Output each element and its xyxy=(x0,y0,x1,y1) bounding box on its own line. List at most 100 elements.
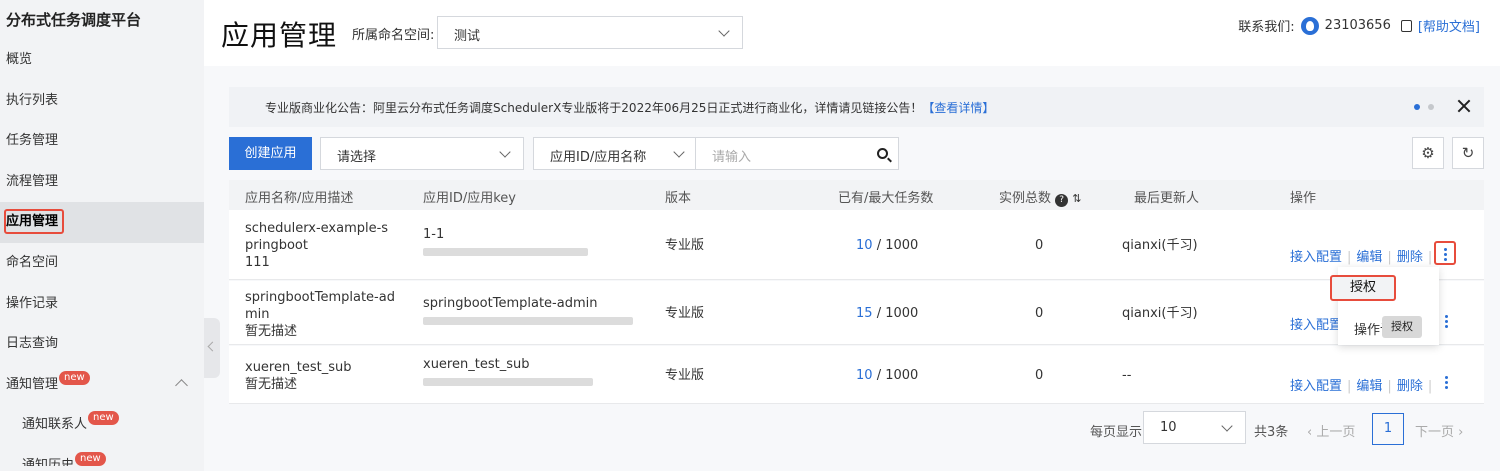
sidebar-item-tasks[interactable]: 任务管理 xyxy=(0,121,204,162)
refresh-button[interactable]: ↻ xyxy=(1452,137,1484,169)
more-icon[interactable] xyxy=(1443,248,1447,262)
version: 专业版 xyxy=(665,238,705,253)
sidebar-item-namespaces[interactable]: 命名空间 xyxy=(0,243,204,284)
col-instances[interactable]: 实例总数 ? ⇅ xyxy=(999,187,1082,207)
app-key xyxy=(423,312,633,329)
page-size-label: 每页显示 xyxy=(1090,425,1143,440)
app-desc: 暂无描述 xyxy=(245,324,298,339)
namespace-label: 所属命名空间: xyxy=(352,28,435,43)
app-name: springbootTemplate-admin xyxy=(245,290,395,322)
sidebar-item-op-records[interactable]: 操作记录 xyxy=(0,284,204,325)
sidebar-item-notify-contacts[interactable]: 通知联系人 new xyxy=(0,405,204,446)
namespace-select[interactable]: 测试 xyxy=(437,16,743,49)
table-row: schedulerx-example-springboot 111 1-1 专业… xyxy=(229,210,1484,280)
sidebar-item-workflows[interactable]: 流程管理 xyxy=(0,162,204,203)
updater: -- xyxy=(1122,368,1132,383)
sidebar-item-label: 概览 xyxy=(6,52,33,67)
sidebar-item-apps[interactable]: 应用管理 xyxy=(0,202,204,243)
sidebar-item-label: 日志查询 xyxy=(6,336,59,352)
contact-label: 联系我们: xyxy=(1238,20,1295,35)
settings-button[interactable]: ⚙ xyxy=(1412,137,1444,169)
new-badge: new xyxy=(75,451,106,466)
notice-link[interactable]: 【查看详情】 xyxy=(922,101,994,115)
sidebar-collapse-handle[interactable] xyxy=(204,318,220,378)
row-actions: 接入配置 | 编辑 | 删除 | xyxy=(1290,379,1433,394)
chevron-left-icon xyxy=(207,341,218,352)
config-link[interactable]: 接入配置 xyxy=(1290,250,1342,265)
sort-icon[interactable]: ⇅ xyxy=(1072,192,1081,205)
table-row: springbootTemplate-admin 暂无描述 springboot… xyxy=(229,281,1484,345)
sidebar-item-overview[interactable]: 概览 xyxy=(0,40,204,81)
more-icon[interactable] xyxy=(1444,376,1448,390)
app-key xyxy=(423,373,593,390)
notice-text: 专业版商业化公告：阿里云分布式任务调度SchedulerX专业版将于2022年0… xyxy=(265,101,995,115)
col-name: 应用名称/应用描述 xyxy=(245,191,354,206)
menu-item-grant[interactable]: 授权 xyxy=(1330,275,1396,301)
sidebar-item-notifications[interactable]: 通知管理 new xyxy=(0,365,204,406)
search-field-select[interactable]: 应用ID/应用名称 xyxy=(533,137,696,170)
task-count-link[interactable]: 10 xyxy=(856,238,873,253)
col-ops: 操作 xyxy=(1290,191,1317,206)
page-size-select[interactable]: 10 xyxy=(1143,411,1246,444)
page-1-button[interactable]: 1 xyxy=(1372,413,1404,445)
app-id-cell: xueren_test_sub xyxy=(423,356,593,390)
gear-icon: ⚙ xyxy=(1421,144,1435,162)
search-icon[interactable] xyxy=(877,148,888,159)
sidebar-item-notify-history[interactable]: 通知历史 new xyxy=(0,446,204,466)
page-size-value: 10 xyxy=(1160,420,1177,435)
app-name: xueren_test_sub xyxy=(245,360,352,375)
next-page-button[interactable]: 下一页 › xyxy=(1415,421,1463,440)
help-doc-link[interactable]: [帮助文档] xyxy=(1418,16,1480,35)
create-app-button[interactable]: 创建应用 xyxy=(229,137,312,170)
app-name-cell: xueren_test_sub 暂无描述 xyxy=(245,359,395,393)
refresh-icon: ↻ xyxy=(1461,144,1475,162)
chevron-down-icon xyxy=(499,146,511,158)
app-desc: 暂无描述 xyxy=(245,377,298,392)
task-count: 10 / 1000 xyxy=(856,368,919,383)
toolbar: 创建应用 请选择 应用ID/应用名称 请输入 ⚙ ↻ xyxy=(229,137,1484,171)
chevron-down-icon xyxy=(718,25,730,37)
config-link[interactable]: 接入配置 xyxy=(1290,318,1342,333)
instance-count: 0 xyxy=(1035,238,1044,253)
prev-page-button[interactable]: ‹ 上一页 xyxy=(1307,421,1355,440)
sidebar-item-label: 通知联系人 xyxy=(22,417,88,433)
carousel-dot[interactable] xyxy=(1428,104,1434,110)
namespace-value: 测试 xyxy=(454,29,481,44)
filter-select[interactable]: 请选择 xyxy=(320,137,524,170)
config-link[interactable]: 接入配置 xyxy=(1290,379,1342,394)
total-count: 共3条 xyxy=(1254,425,1289,440)
help-icon[interactable]: ? xyxy=(1055,194,1069,207)
task-count-link[interactable]: 15 xyxy=(856,306,873,321)
col-task-count: 已有/最大任务数 xyxy=(838,191,934,206)
delete-link[interactable]: 删除 xyxy=(1397,379,1423,394)
table-header: 应用名称/应用描述 应用ID/应用key 版本 已有/最大任务数 实例总数 ? … xyxy=(229,180,1484,210)
sidebar-item-label: 操作记录 xyxy=(6,295,59,311)
doc-icon xyxy=(1400,19,1412,32)
version: 专业版 xyxy=(665,306,705,321)
header: 应用管理 所属命名空间: 测试 联系我们: 23103656 [帮助文档] xyxy=(204,0,1500,66)
chevron-down-icon xyxy=(1221,420,1233,432)
sidebar-item-executions[interactable]: 执行列表 xyxy=(0,81,204,122)
chevron-down-icon xyxy=(673,146,685,158)
app-desc: 111 xyxy=(245,255,270,270)
close-icon[interactable] xyxy=(1456,98,1472,114)
carousel-dot-active[interactable] xyxy=(1414,104,1420,110)
delete-link[interactable]: 删除 xyxy=(1397,250,1423,265)
task-count-link[interactable]: 10 xyxy=(856,368,873,383)
search-input[interactable]: 请输入 xyxy=(696,137,899,170)
sidebar-item-label: 应用管理 xyxy=(4,209,65,235)
chevron-up-icon[interactable] xyxy=(175,378,188,392)
more-icon[interactable] xyxy=(1444,315,1448,329)
search-field-value: 应用ID/应用名称 xyxy=(550,150,647,165)
app-id: springbootTemplate-admin xyxy=(423,296,598,311)
contact-number: 23103656 xyxy=(1324,18,1391,33)
sidebar-item-logs[interactable]: 日志查询 xyxy=(0,324,204,365)
sidebar-item-label: 任务管理 xyxy=(6,133,59,149)
edit-link[interactable]: 编辑 xyxy=(1356,250,1382,265)
edit-link[interactable]: 编辑 xyxy=(1356,379,1382,394)
row-actions: 接入配置 | 编辑 | 删除 | xyxy=(1290,250,1433,265)
col-version: 版本 xyxy=(665,191,692,206)
filter-select-value: 请选择 xyxy=(337,150,377,165)
sidebar-item-label: 命名空间 xyxy=(6,254,59,270)
col-instances-label: 实例总数 xyxy=(999,191,1052,206)
